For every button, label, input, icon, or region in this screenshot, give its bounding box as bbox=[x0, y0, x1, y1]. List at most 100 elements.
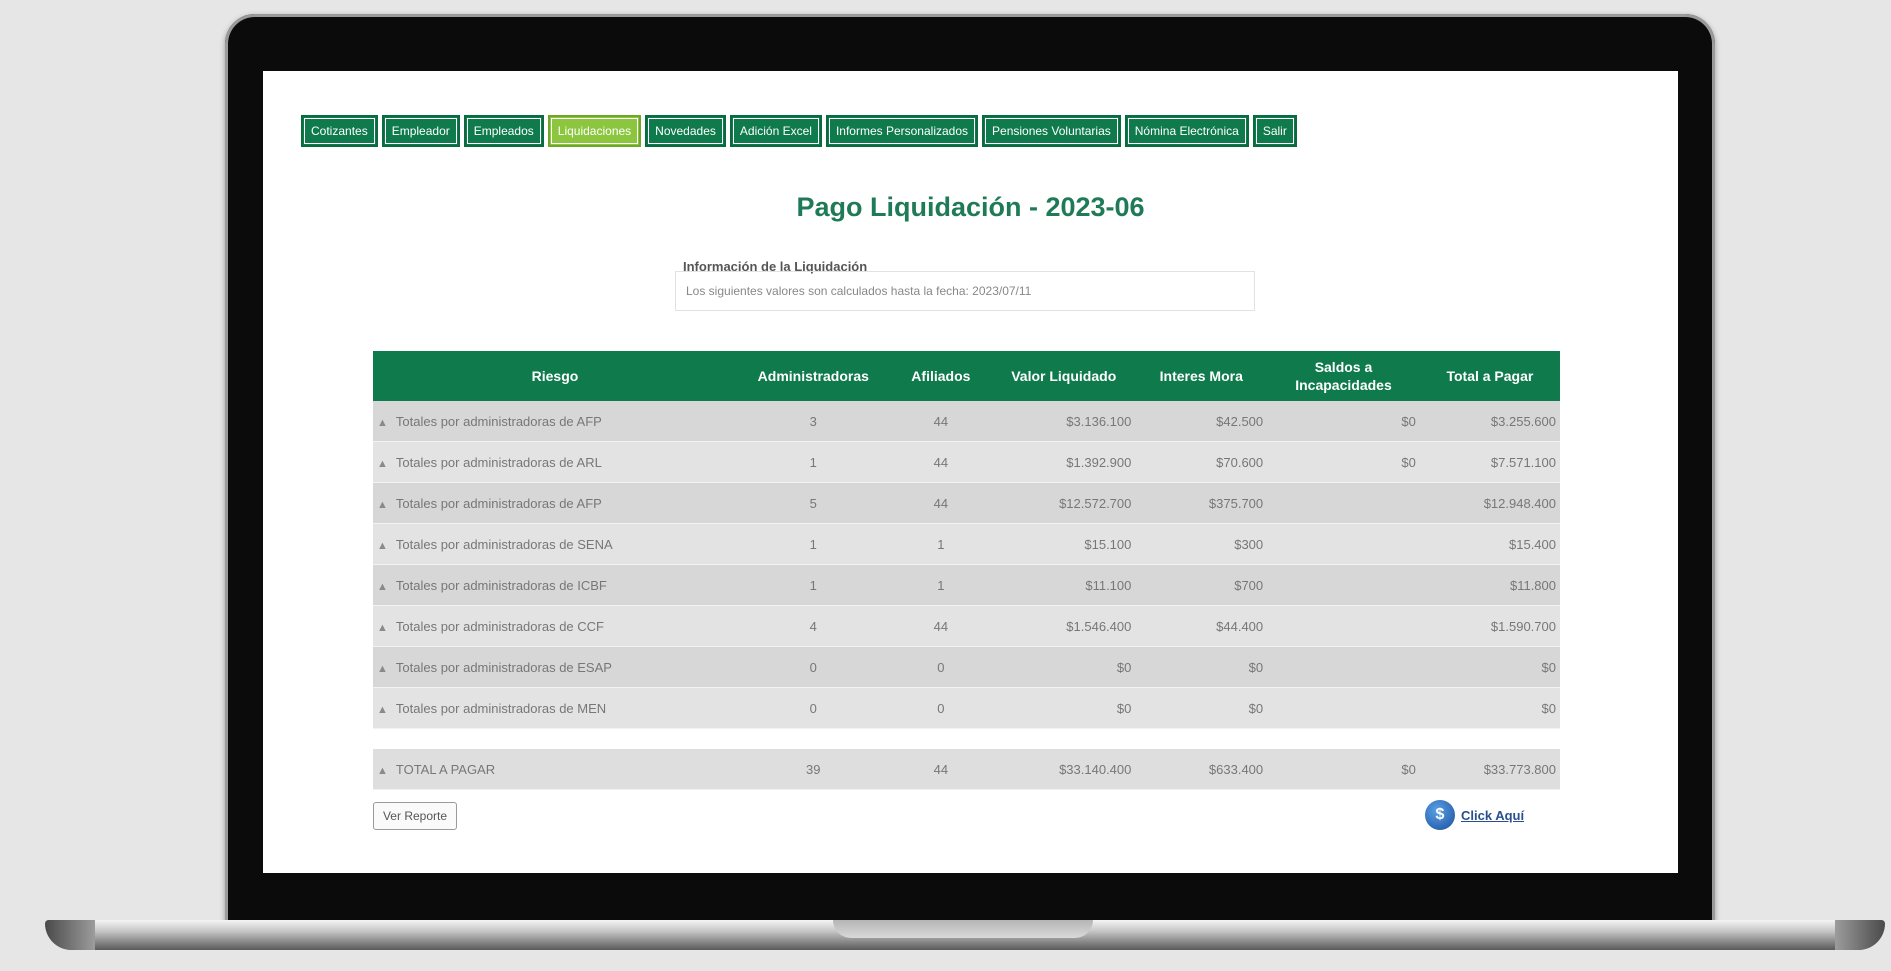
col-header-interes-mora: Interes Mora bbox=[1135, 351, 1268, 401]
table-row[interactable]: ▲ Totales por administradoras de ESAP 0 0… bbox=[373, 646, 1560, 688]
col-header-riesgo: Riesgo bbox=[373, 351, 737, 401]
col-header-valor-liquidado: Valor Liquidado bbox=[992, 351, 1136, 401]
col-header-administradoras: Administradoras bbox=[736, 351, 890, 401]
administradoras-cell: 0 bbox=[736, 646, 890, 688]
table-row[interactable]: ▲ Totales por administradoras de SENA 1 1… bbox=[373, 523, 1560, 565]
mora-cell: $44.400 bbox=[1135, 605, 1268, 647]
table-row[interactable]: ▲ Totales por administradoras de CCF 4 44… bbox=[373, 605, 1560, 647]
tab-adicion-excel[interactable]: Adición Excel bbox=[729, 115, 822, 147]
afiliados-cell: 44 bbox=[889, 441, 993, 483]
afiliados-cell: 1 bbox=[889, 564, 993, 606]
expand-icon[interactable]: ▲ bbox=[377, 458, 388, 470]
valor-cell: $0 bbox=[992, 646, 1136, 688]
tab-novedades[interactable]: Novedades bbox=[645, 115, 726, 147]
valor-cell: $11.100 bbox=[992, 564, 1136, 606]
valor-cell: $3.136.100 bbox=[992, 401, 1136, 442]
riesgo-cell: ▲ Totales por administradoras de MEN bbox=[373, 687, 737, 729]
total-cell: $11.800 bbox=[1419, 564, 1560, 606]
administradoras-cell: 1 bbox=[736, 523, 890, 565]
mora-cell: $70.600 bbox=[1135, 441, 1268, 483]
expand-icon[interactable]: ▲ bbox=[377, 622, 388, 634]
afiliados-cell: 0 bbox=[889, 687, 993, 729]
afiliados-cell: 44 bbox=[889, 605, 993, 647]
saldos-cell bbox=[1267, 687, 1420, 729]
riesgo-cell: ▲ Totales por administradoras de SENA bbox=[373, 523, 737, 565]
mora-cell: $42.500 bbox=[1135, 401, 1268, 442]
table-row[interactable]: ▲ Totales por administradoras de ICBF 1 1… bbox=[373, 564, 1560, 606]
total-valor-cell: $33.140.400 bbox=[992, 749, 1136, 790]
afiliados-cell: 44 bbox=[889, 482, 993, 524]
table-row[interactable]: ▲ Totales por administradoras de AFP 3 44… bbox=[373, 401, 1560, 442]
mora-cell: $0 bbox=[1135, 687, 1268, 729]
administradoras-cell: 1 bbox=[736, 564, 890, 606]
total-cell: $12.948.400 bbox=[1419, 482, 1560, 524]
total-cell: $3.255.600 bbox=[1419, 401, 1560, 442]
afiliados-cell: 44 bbox=[889, 401, 993, 442]
col-header-total-pagar: Total a Pagar bbox=[1419, 351, 1560, 401]
mora-cell: $300 bbox=[1135, 523, 1268, 565]
click-aqui-button[interactable]: $ Click Aquí bbox=[1425, 797, 1524, 833]
total-cell: $15.400 bbox=[1419, 523, 1560, 565]
total-mora-cell: $633.400 bbox=[1135, 749, 1268, 790]
total-administradoras-cell: 39 bbox=[736, 749, 890, 790]
payment-icon: $ bbox=[1425, 800, 1455, 830]
mora-cell: $375.700 bbox=[1135, 482, 1268, 524]
expand-icon[interactable]: ▲ bbox=[377, 581, 388, 593]
riesgo-cell: ▲ Totales por administradoras de ARL bbox=[373, 441, 737, 483]
tab-pensiones-voluntarias[interactable]: Pensiones Voluntarias bbox=[982, 115, 1121, 147]
tab-salir[interactable]: Salir bbox=[1252, 115, 1297, 147]
valor-cell: $1.392.900 bbox=[992, 441, 1136, 483]
col-header-afiliados: Afiliados bbox=[889, 351, 993, 401]
saldos-cell: $0 bbox=[1267, 441, 1420, 483]
table-row[interactable]: ▲ Totales por administradoras de AFP 5 44… bbox=[373, 482, 1560, 524]
valor-cell: $1.546.400 bbox=[992, 605, 1136, 647]
page-title: Pago Liquidación - 2023-06 bbox=[796, 192, 1145, 222]
riesgo-cell: ▲ Totales por administradoras de ICBF bbox=[373, 564, 737, 606]
tab-nomina-electronica[interactable]: Nómina Electrónica bbox=[1124, 115, 1249, 147]
tab-empleador[interactable]: Empleador bbox=[381, 115, 460, 147]
tab-informes-personalizados[interactable]: Informes Personalizados bbox=[825, 115, 979, 147]
riesgo-cell: ▲ Totales por administradoras de CCF bbox=[373, 605, 737, 647]
saldos-cell bbox=[1267, 564, 1420, 606]
table-row[interactable]: ▲ Totales por administradoras de MEN 0 0 … bbox=[373, 687, 1560, 729]
riesgo-cell: ▲ Totales por administradoras de AFP bbox=[373, 482, 737, 524]
table-header-row: Riesgo Administradoras Afiliados Valor L… bbox=[373, 351, 1560, 401]
liquidation-table: Riesgo Administradoras Afiliados Valor L… bbox=[373, 351, 1560, 790]
laptop-screen: Cotizantes Empleador Empleados Liquidaci… bbox=[263, 71, 1678, 873]
riesgo-cell: ▲ Totales por administradoras de ESAP bbox=[373, 646, 737, 688]
tab-empleados[interactable]: Empleados bbox=[463, 115, 544, 147]
total-cell: $0 bbox=[1419, 687, 1560, 729]
administradoras-cell: 4 bbox=[736, 605, 890, 647]
laptop-base-edge-left bbox=[45, 920, 95, 950]
ver-reporte-button[interactable]: Ver Reporte bbox=[373, 802, 457, 830]
total-cell: $0 bbox=[1419, 646, 1560, 688]
total-total-cell: $33.773.800 bbox=[1419, 749, 1560, 790]
mora-cell: $700 bbox=[1135, 564, 1268, 606]
expand-icon[interactable]: ▲ bbox=[377, 765, 388, 777]
saldos-cell bbox=[1267, 523, 1420, 565]
saldos-cell bbox=[1267, 605, 1420, 647]
click-aqui-label: Click Aquí bbox=[1461, 807, 1525, 823]
table-row[interactable]: ▲ Totales por administradoras de ARL 1 44… bbox=[373, 441, 1560, 483]
afiliados-cell: 1 bbox=[889, 523, 993, 565]
saldos-cell: $0 bbox=[1267, 401, 1420, 442]
valor-cell: $15.100 bbox=[992, 523, 1136, 565]
riesgo-cell: ▲ Totales por administradoras de AFP bbox=[373, 401, 737, 442]
valor-cell: $0 bbox=[992, 687, 1136, 729]
expand-icon[interactable]: ▲ bbox=[377, 499, 388, 511]
total-cell: $1.590.700 bbox=[1419, 605, 1560, 647]
total-row[interactable]: ▲ TOTAL A PAGAR 39 44 $33.140.400 $633.40… bbox=[373, 749, 1560, 790]
saldos-cell bbox=[1267, 646, 1420, 688]
main-nav: Cotizantes Empleador Empleados Liquidaci… bbox=[301, 115, 1641, 147]
total-afiliados-cell: 44 bbox=[889, 749, 993, 790]
expand-icon[interactable]: ▲ bbox=[377, 540, 388, 552]
info-text: Los siguientes valores son calculados ha… bbox=[686, 284, 1032, 298]
mora-cell: $0 bbox=[1135, 646, 1268, 688]
tab-cotizantes[interactable]: Cotizantes bbox=[301, 115, 378, 147]
col-header-saldos-incapacidades: Saldos a Incapacidades bbox=[1267, 351, 1420, 401]
expand-icon[interactable]: ▲ bbox=[377, 704, 388, 716]
laptop-notch bbox=[833, 920, 1093, 938]
expand-icon[interactable]: ▲ bbox=[377, 417, 388, 429]
expand-icon[interactable]: ▲ bbox=[377, 663, 388, 675]
tab-liquidaciones[interactable]: Liquidaciones bbox=[547, 115, 642, 147]
